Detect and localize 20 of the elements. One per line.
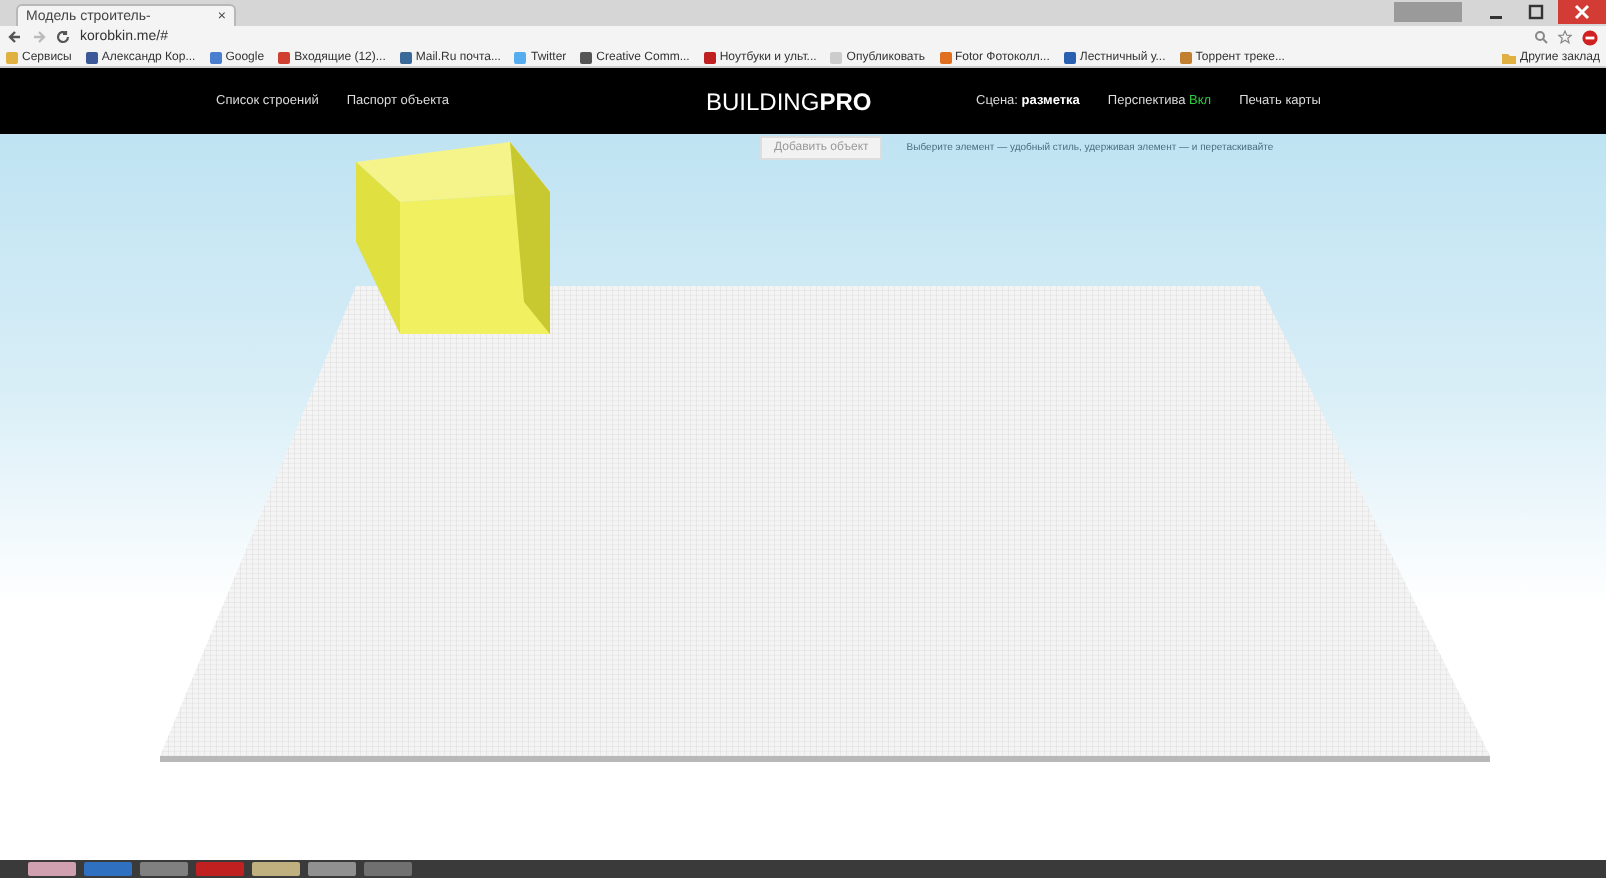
search-icon[interactable] bbox=[1534, 30, 1548, 44]
taskbar-icon[interactable] bbox=[140, 862, 188, 876]
taskbar-icon[interactable] bbox=[28, 862, 76, 876]
forward-icon[interactable] bbox=[32, 30, 46, 44]
maximize-icon bbox=[1528, 4, 1544, 20]
star-icon[interactable] bbox=[1558, 30, 1572, 44]
taskbar-icon[interactable] bbox=[364, 862, 412, 876]
taskbar-icon[interactable] bbox=[196, 862, 244, 876]
brand-logo[interactable]: BUILDINGPRO bbox=[706, 87, 976, 115]
taskbar-icon[interactable] bbox=[84, 862, 132, 876]
back-icon[interactable] bbox=[8, 30, 22, 44]
close-icon bbox=[1574, 4, 1590, 20]
building-block[interactable] bbox=[356, 142, 550, 334]
reload-icon[interactable] bbox=[56, 30, 70, 44]
profile-badge[interactable] bbox=[1394, 2, 1462, 22]
taskbar-icon[interactable] bbox=[252, 862, 300, 876]
taskbar-icon[interactable] bbox=[308, 862, 356, 876]
grid-plane[interactable] bbox=[160, 286, 1490, 762]
close-button[interactable] bbox=[1558, 0, 1606, 24]
stop-icon[interactable] bbox=[1582, 29, 1598, 45]
